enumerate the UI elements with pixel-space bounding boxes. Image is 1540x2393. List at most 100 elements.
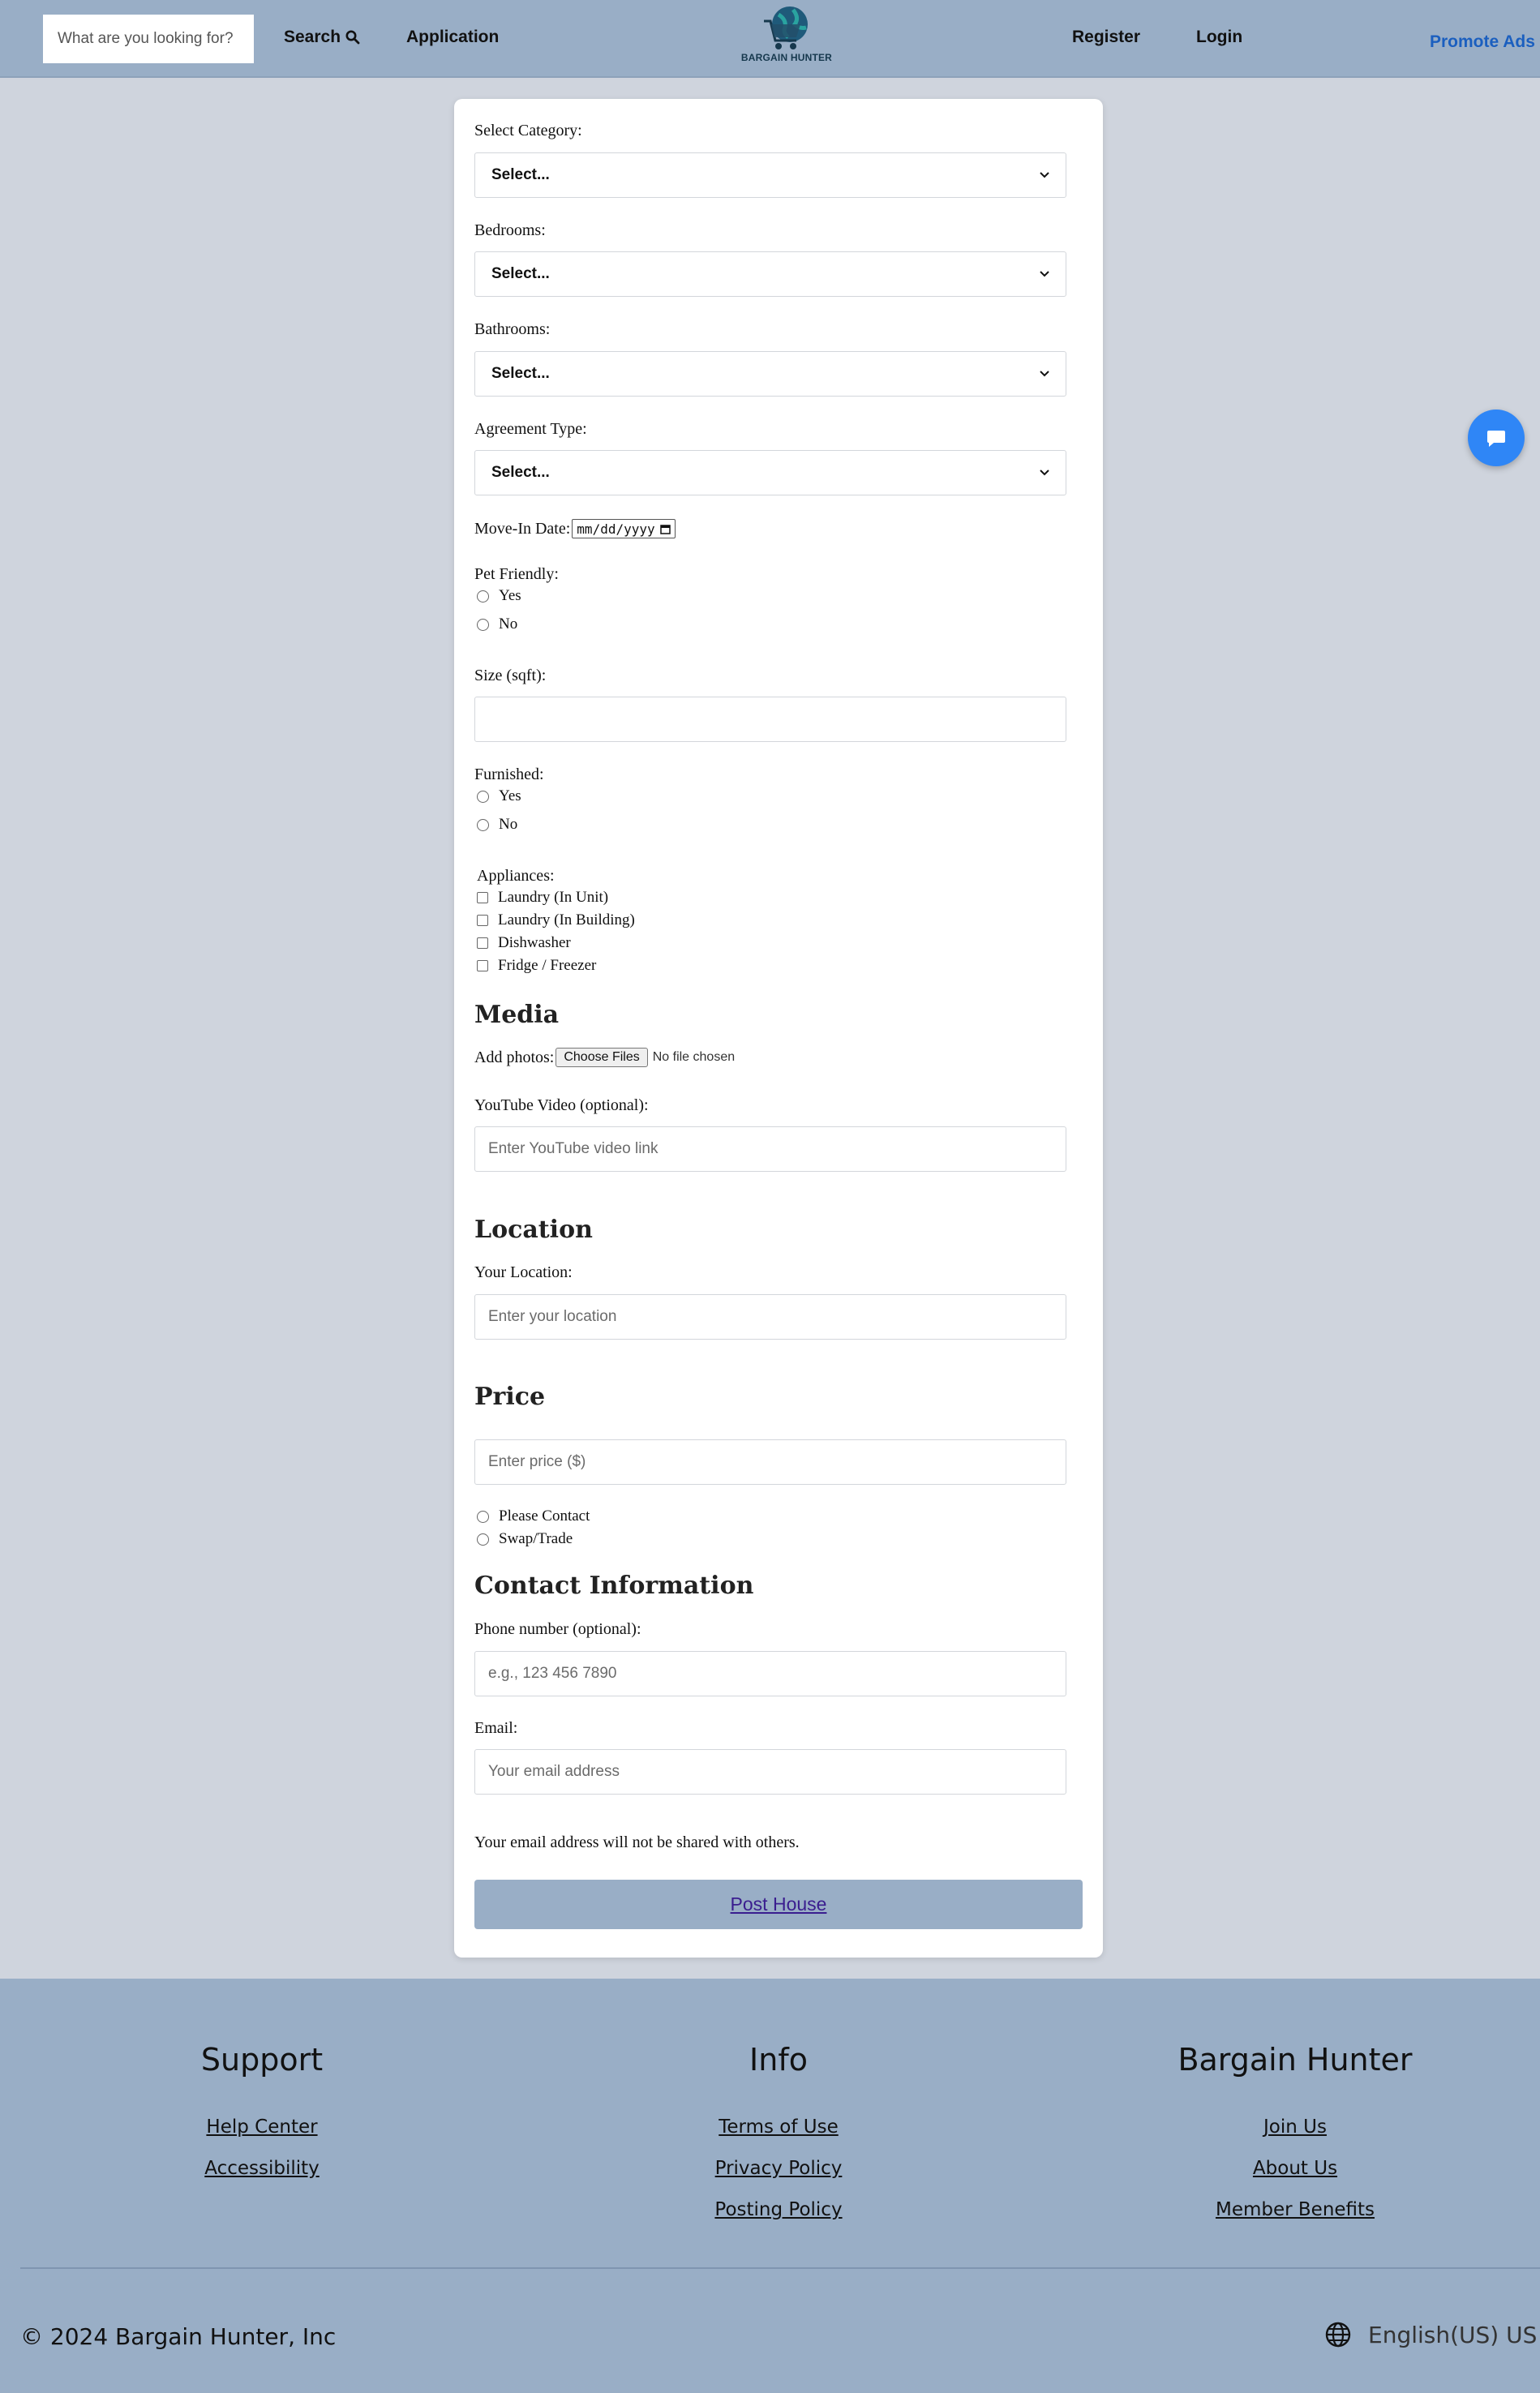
- option-label: Laundry (In Building): [498, 911, 635, 928]
- choose-files-button[interactable]: Choose Files: [556, 1048, 648, 1067]
- search-input[interactable]: [43, 15, 254, 63]
- furnished-no[interactable]: No: [477, 816, 517, 834]
- bargain-hunter-logo[interactable]: BARGAIN HUNTER: [740, 3, 834, 71]
- footer-heading-support: Support: [200, 2042, 324, 2078]
- location-input[interactable]: [474, 1294, 1066, 1340]
- logo-text: BARGAIN HUNTER: [740, 52, 833, 63]
- size-input[interactable]: [474, 697, 1066, 742]
- option-label: Yes: [499, 587, 521, 604]
- post-house-form: Select Category: Select... Bedrooms: Sel…: [454, 99, 1103, 1958]
- move-in-row: Move-In Date: mm/dd/yyyy: [474, 519, 676, 538]
- footer-heading-info: Info: [749, 2042, 808, 2078]
- footer-info-column: Info Terms of Use Privacy Policy Posting…: [616, 2042, 941, 2241]
- location-heading: Location: [474, 1216, 593, 1244]
- appliance-fridge-freezer[interactable]: Fridge / Freezer: [477, 957, 596, 975]
- option-label: No: [499, 615, 518, 633]
- accessibility-link[interactable]: Accessibility: [100, 2158, 424, 2179]
- price-input[interactable]: [474, 1439, 1066, 1485]
- furnished-yes[interactable]: Yes: [477, 787, 521, 805]
- agreement-label: Agreement Type:: [474, 420, 587, 438]
- join-us-link[interactable]: Join Us: [1133, 2116, 1457, 2138]
- pet-friendly-no[interactable]: No: [477, 615, 517, 633]
- option-label: Fridge / Freezer: [498, 957, 597, 974]
- posting-policy-link[interactable]: Posting Policy: [616, 2199, 941, 2220]
- appliance-laundry-in-building[interactable]: Laundry (In Building): [477, 911, 635, 929]
- option-label: Swap/Trade: [499, 1530, 573, 1547]
- category-select-value: Select...: [491, 166, 550, 183]
- phone-label: Phone number (optional):: [474, 1620, 641, 1638]
- pet-friendly-yes[interactable]: Yes: [477, 587, 521, 605]
- checkbox[interactable]: [477, 937, 488, 949]
- bedrooms-select-value: Select...: [491, 265, 550, 282]
- bathrooms-select[interactable]: Select...: [474, 351, 1066, 397]
- privacy-policy-link[interactable]: Privacy Policy: [616, 2158, 941, 2179]
- chat-button[interactable]: [1468, 410, 1525, 466]
- calendar-icon: [659, 524, 671, 534]
- post-house-button[interactable]: Post House: [474, 1880, 1083, 1929]
- footer-heading-brand: Bargain Hunter: [1178, 2042, 1413, 2078]
- price-please-contact[interactable]: Please Contact: [477, 1507, 590, 1525]
- price-swap-trade[interactable]: Swap/Trade: [477, 1530, 573, 1548]
- media-heading: Media: [474, 1001, 560, 1029]
- radio-button[interactable]: [477, 1533, 489, 1546]
- move-in-label: Move-In Date:: [474, 519, 571, 538]
- checkbox[interactable]: [477, 892, 488, 903]
- member-benefits-link[interactable]: Member Benefits: [1133, 2199, 1457, 2220]
- top-navbar: Search Application BARGAIN HUNTER Regist…: [0, 0, 1540, 78]
- youtube-label: YouTube Video (optional):: [474, 1096, 649, 1114]
- about-us-link[interactable]: About Us: [1133, 2158, 1457, 2179]
- location-label: Your Location:: [474, 1263, 573, 1281]
- radio-button[interactable]: [477, 790, 489, 803]
- youtube-input[interactable]: [474, 1126, 1066, 1172]
- size-label: Size (sqft):: [474, 667, 547, 684]
- promote-ads-link[interactable]: Promote Ads: [1430, 32, 1535, 52]
- terms-of-use-link[interactable]: Terms of Use: [616, 2116, 941, 2138]
- checkbox[interactable]: [477, 960, 488, 971]
- help-center-link[interactable]: Help Center: [100, 2116, 424, 2138]
- file-status: No file chosen: [652, 1050, 736, 1064]
- chevron-down-icon: [1040, 371, 1049, 377]
- add-photos-label: Add photos:: [474, 1048, 555, 1066]
- email-input[interactable]: [474, 1749, 1066, 1795]
- chat-icon: [1487, 431, 1505, 447]
- add-photos-row: Add photos: Choose Files No file chosen: [474, 1048, 735, 1067]
- appliance-laundry-in-unit[interactable]: Laundry (In Unit): [477, 889, 608, 907]
- radio-button[interactable]: [477, 590, 489, 603]
- bathrooms-label: Bathrooms:: [474, 320, 551, 338]
- footer-divider: [20, 2267, 1540, 2269]
- chevron-down-icon: [1040, 470, 1049, 476]
- price-heading: Price: [474, 1383, 546, 1411]
- furnished-label: Furnished:: [474, 766, 544, 783]
- search-button[interactable]: Search: [284, 28, 360, 47]
- register-link[interactable]: Register: [1072, 28, 1140, 47]
- search-label: Search: [284, 28, 341, 46]
- search-icon: [345, 30, 360, 45]
- login-link[interactable]: Login: [1196, 28, 1242, 47]
- move-in-date-input[interactable]: mm/dd/yyyy: [572, 519, 676, 538]
- agreement-select[interactable]: Select...: [474, 450, 1066, 495]
- radio-button[interactable]: [477, 818, 489, 831]
- appliance-dishwasher[interactable]: Dishwasher: [477, 934, 571, 952]
- bedrooms-label: Bedrooms:: [474, 221, 546, 239]
- radio-button[interactable]: [477, 1510, 489, 1523]
- chevron-down-icon: [1040, 172, 1049, 178]
- option-label: No: [499, 816, 518, 833]
- phone-input[interactable]: [474, 1651, 1066, 1696]
- bedrooms-select[interactable]: Select...: [474, 251, 1066, 297]
- bathrooms-select-value: Select...: [491, 365, 550, 382]
- footer-brand-column: Bargain Hunter Join Us About Us Member B…: [1133, 2042, 1457, 2241]
- application-link[interactable]: Application: [406, 28, 499, 47]
- checkbox[interactable]: [477, 915, 488, 926]
- option-label: Laundry (In Unit): [498, 889, 609, 906]
- radio-button[interactable]: [477, 618, 489, 631]
- date-placeholder: mm/dd/yyyy: [577, 521, 655, 537]
- footer: Support Help Center Accessibility Info T…: [0, 1979, 1540, 2393]
- footer-support-column: Support Help Center Accessibility: [100, 2042, 424, 2199]
- privacy-note: Your email address will not be shared wi…: [474, 1833, 800, 1851]
- category-select[interactable]: Select...: [474, 152, 1066, 198]
- copyright-text: © 2024 Bargain Hunter, Inc: [20, 2323, 337, 2350]
- option-label: Yes: [499, 787, 521, 804]
- shopping-cart-globe-icon: [764, 6, 808, 49]
- option-label: Please Contact: [499, 1507, 590, 1525]
- language-selector[interactable]: English(US) US $: [1324, 2321, 1540, 2348]
